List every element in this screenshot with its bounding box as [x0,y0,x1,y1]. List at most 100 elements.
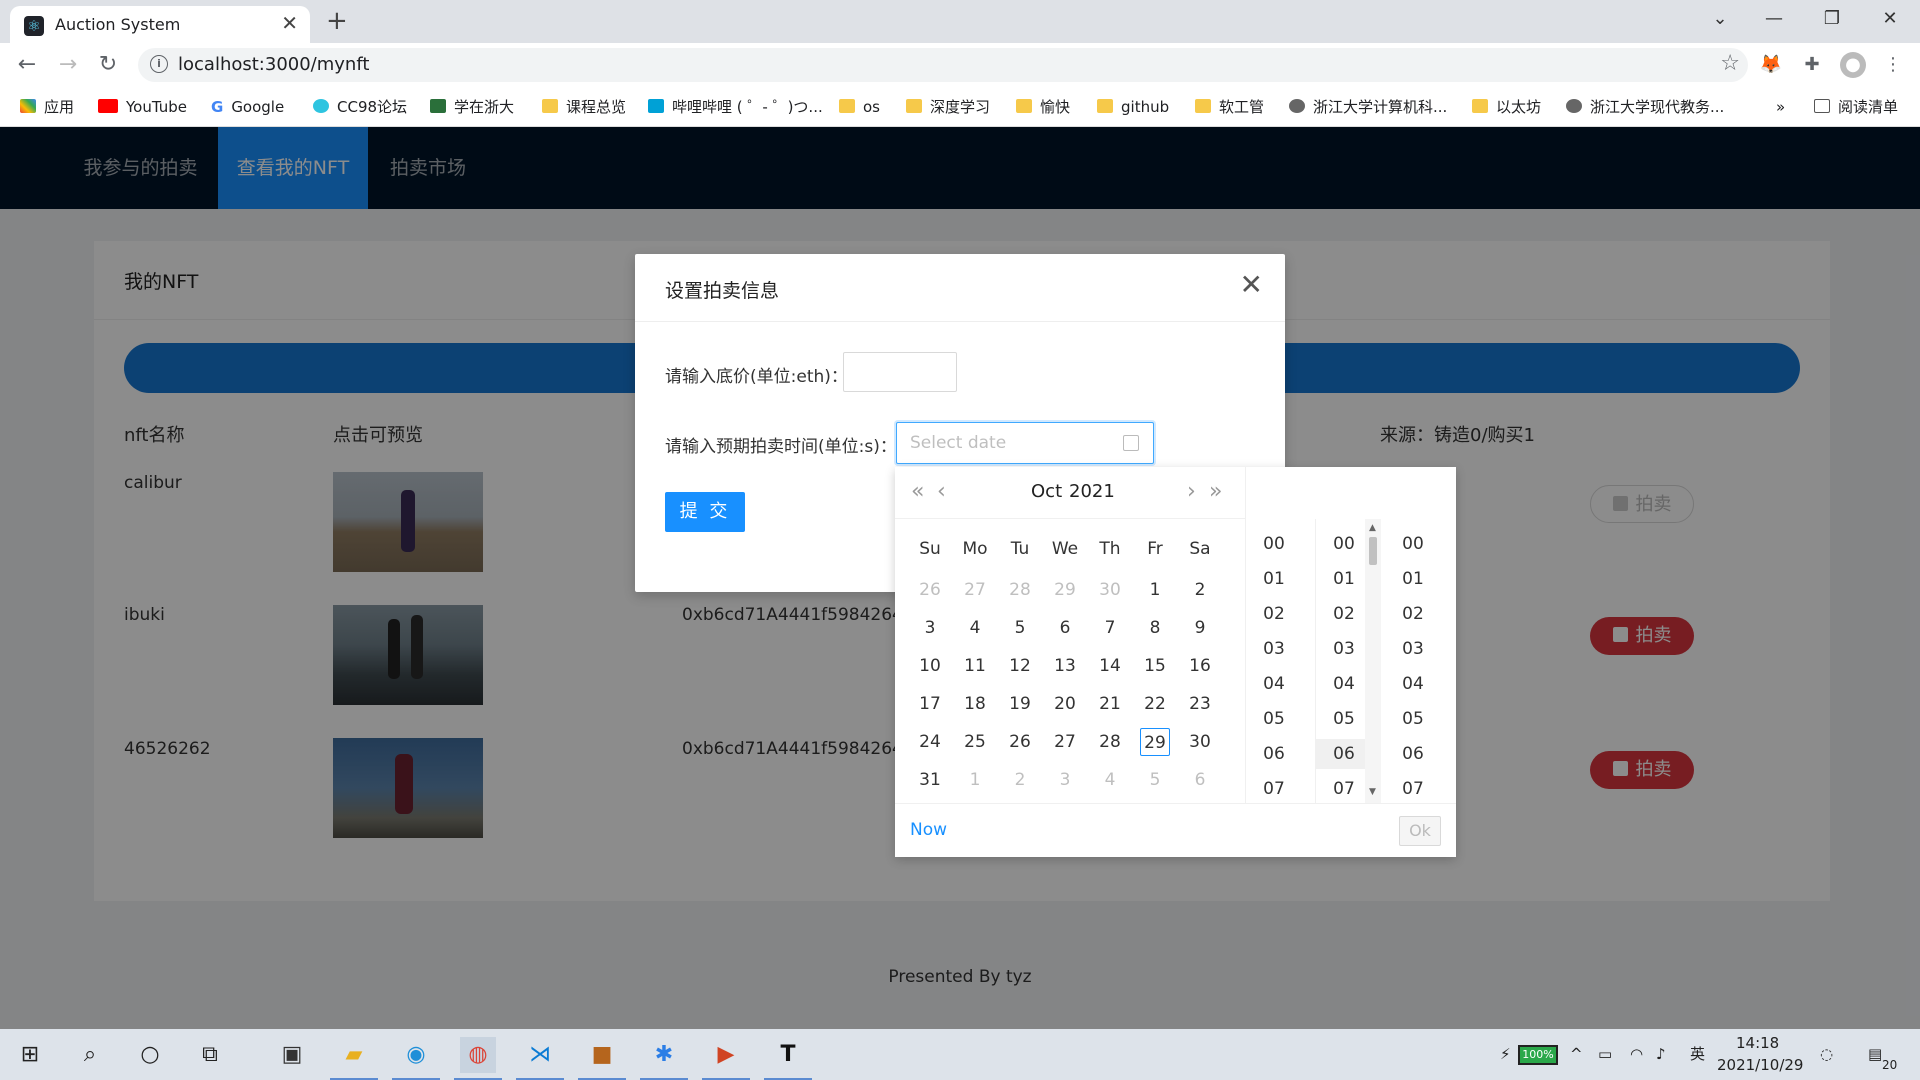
bookmark-youtube[interactable]: YouTube [98,96,187,118]
bookmark-bilibili[interactable]: 哔哩哔哩 ( ゜- ゜)つ... [648,96,823,118]
clock-time[interactable]: 14:18 [1736,1034,1779,1052]
calendar-day-cell[interactable]: 27 [960,576,990,604]
calendar-day-cell[interactable]: 19 [1005,690,1035,718]
ime-indicator[interactable]: 英 [1690,1044,1705,1064]
calendar-day-cell[interactable]: 21 [1095,690,1125,718]
chat-icon[interactable]: ◌ [1820,1044,1833,1064]
calendar-day-cell[interactable]: 23 [1185,690,1215,718]
minute-option[interactable]: 00 [1316,529,1372,559]
address-bar[interactable]: i localhost:3000/mynft ☆ [138,48,1748,82]
calendar-day-cell[interactable]: 5 [1005,614,1035,642]
calendar-day-cell[interactable]: 16 [1185,652,1215,680]
submit-button[interactable]: 提 交 [665,492,745,532]
minute-option[interactable]: 07 [1316,774,1372,804]
bookmark-xuezaizheda[interactable]: 学在浙大 [430,96,514,118]
hour-option[interactable]: 00 [1246,529,1302,559]
second-option[interactable]: 02 [1385,599,1441,629]
calendar-day-cell[interactable]: 2 [1005,766,1035,794]
calendar-day-cell[interactable]: 12 [1005,652,1035,680]
hour-option[interactable]: 07 [1246,774,1302,804]
now-button[interactable]: Now [910,820,947,840]
scroll-thumb[interactable] [1369,537,1377,565]
store-icon[interactable]: ▣ [274,1037,310,1073]
calendar-day-cell[interactable]: 8 [1140,614,1170,642]
calendar-day-cell[interactable]: 27 [1050,728,1080,756]
calendar-day-cell[interactable]: 5 [1140,766,1170,794]
calendar-day-cell[interactable]: 3 [915,614,945,642]
calendar-day-cell[interactable]: 6 [1050,614,1080,642]
feishu-icon[interactable]: ✱ [640,1037,688,1080]
calendar-day-cell[interactable]: 4 [1095,766,1125,794]
reading-list[interactable]: 阅读清单 [1814,96,1898,118]
calendar-day-cell[interactable]: 14 [1095,652,1125,680]
calendar-day-cell[interactable]: 25 [960,728,990,756]
hour-option[interactable]: 06 [1246,739,1302,769]
bookmark-star-icon[interactable]: ☆ [1720,51,1740,76]
bookmark-cc98[interactable]: CC98论坛 [313,96,407,118]
scroll-down-icon[interactable]: ▼ [1369,787,1376,797]
cortana-icon[interactable]: ○ [132,1037,168,1073]
second-option[interactable]: 05 [1385,704,1441,734]
second-option[interactable]: 04 [1385,669,1441,699]
extensions-puzzle-icon[interactable]: ✚ [1799,52,1825,78]
calendar-day-cell[interactable]: 26 [1005,728,1035,756]
minute-option[interactable]: 04 [1316,669,1372,699]
browser-menu-icon[interactable]: ⋮ [1880,52,1906,78]
minute-scrollbar[interactable]: ▲ ▼ [1365,519,1381,803]
battery-indicator[interactable]: 100% [1518,1045,1558,1065]
calendar-day-cell[interactable]: 11 [960,652,990,680]
search-icon[interactable]: ⌕ [72,1037,108,1073]
wifi-icon[interactable]: ◠ [1630,1044,1643,1064]
forward-icon[interactable]: → [54,51,82,79]
hour-option[interactable]: 03 [1246,634,1302,664]
second-option[interactable]: 07 [1385,774,1441,804]
calendar-day-cell[interactable]: 15 [1140,652,1170,680]
powerpoint-icon[interactable]: ▶ [702,1037,750,1080]
modal-close-icon[interactable]: ✕ [1240,270,1263,300]
hour-column[interactable]: 00 01 02 03 04 05 06 07 [1245,519,1315,803]
volume-icon[interactable]: ♪ [1656,1044,1666,1064]
second-option[interactable]: 00 [1385,529,1441,559]
bookmark-yukuai[interactable]: 愉快 [1016,96,1070,118]
file-explorer-icon[interactable]: ▰ [330,1037,378,1080]
reload-icon[interactable]: ↻ [94,51,122,79]
calendar-day-cell[interactable]: 30 [1095,576,1125,604]
window-close-icon[interactable]: ✕ [1870,4,1910,34]
minute-option[interactable]: 02 [1316,599,1372,629]
bookmark-ethereum[interactable]: 以太坊 [1472,96,1541,118]
minute-option[interactable]: 06 [1316,739,1372,769]
browser-tab[interactable]: ⚛ Auction System ✕ [10,6,310,43]
bookmark-apps[interactable]: 应用 [20,96,74,118]
tab-close-icon[interactable]: ✕ [281,12,298,34]
bookmark-google[interactable]: G Google [211,96,284,118]
bookmark-deep-learning[interactable]: 深度学习 [906,96,990,118]
app-icon[interactable]: ■ [578,1037,626,1080]
calendar-day-cell[interactable]: 18 [960,690,990,718]
calendar-day-cell[interactable]: 13 [1050,652,1080,680]
next-year-icon[interactable]: » [1209,479,1222,505]
calendar-day-cell[interactable]: 29 [1050,576,1080,604]
second-option[interactable]: 06 [1385,739,1441,769]
calendar-day-cell[interactable]: 2 [1185,576,1215,604]
back-icon[interactable]: ← [13,51,41,79]
calendar-day-cell[interactable]: 30 [1185,728,1215,756]
battery-icon[interactable]: ▭ [1598,1044,1612,1064]
calendar-day-cell[interactable]: 1 [960,766,990,794]
hour-option[interactable]: 01 [1246,564,1302,594]
second-option[interactable]: 01 [1385,564,1441,594]
tray-chevron-icon[interactable]: ^ [1570,1044,1583,1064]
calendar-day-cell[interactable]: 20 [1050,690,1080,718]
calendar-day-cell[interactable]: 28 [1095,728,1125,756]
chrome-icon[interactable]: ◍ [454,1037,502,1080]
price-input[interactable] [843,352,957,392]
calendar-day-cell[interactable]: 28 [1005,576,1035,604]
calendar-day-cell[interactable]: 9 [1185,614,1215,642]
calendar-day-cell[interactable]: 7 [1095,614,1125,642]
clock-date[interactable]: 2021/10/29 [1717,1056,1803,1074]
picker-month[interactable]: Oct [1031,481,1062,502]
metamask-fox-icon[interactable]: 🦊 [1758,52,1784,78]
hour-option[interactable]: 05 [1246,704,1302,734]
minimize-icon[interactable]: — [1754,4,1794,34]
calendar-day-cell[interactable]: 24 [915,728,945,756]
start-windows-icon[interactable]: ⊞ [12,1037,48,1073]
